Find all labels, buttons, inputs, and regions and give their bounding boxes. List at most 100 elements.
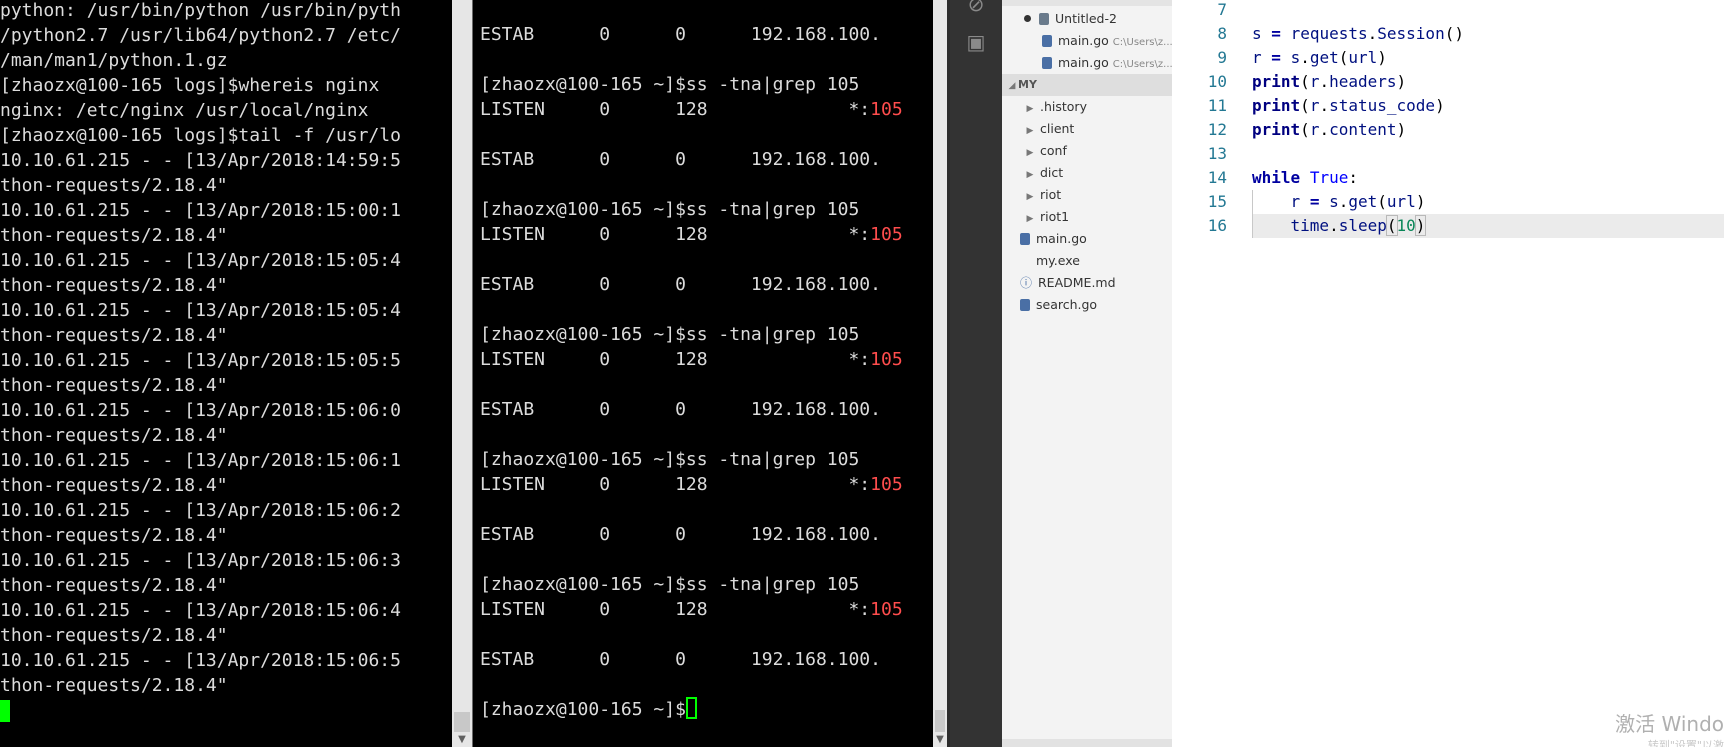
ss-estab-line: ESTAB 0 0 192.168.100. [480, 399, 881, 420]
terminal-line: 10.10.61.215 - - [13/Apr/2018:15:05:4 [0, 250, 401, 271]
ss-estab-line: ESTAB 0 0 192.168.100. [480, 274, 881, 295]
ss-estab-line: ESTAB 0 0 192.168.100. [480, 24, 881, 45]
file-item[interactable]: main.go [1002, 228, 1172, 250]
terminal-right[interactable]: ESTAB 0 0 192.168.100. [zhaozx@100-165 ~]… [473, 0, 933, 747]
listen-prefix: LISTEN 0 128 *: [480, 349, 871, 370]
folder-item[interactable]: ▶ riot1 [1002, 206, 1172, 228]
terminal-line: thon-requests/2.18.4" [0, 375, 228, 396]
folder-item[interactable]: ▶ dict [1002, 162, 1172, 184]
terminal-line: 10.10.61.215 - - [13/Apr/2018:15:06:4 [0, 600, 401, 621]
scroll-down-arrow-icon[interactable]: ▼ [452, 733, 472, 747]
terminal-line: nginx: /etc/nginx /usr/local/nginx [0, 100, 369, 121]
terminal-line: thon-requests/2.18.4" [0, 425, 228, 446]
open-editor-item[interactable]: Untitled-2 [1002, 8, 1172, 30]
folder-section-title: MY [1018, 78, 1037, 91]
terminal-line: thon-requests/2.18.4" [0, 275, 228, 296]
scroll-down-arrow-icon[interactable]: ▼ [933, 733, 947, 747]
listen-port: 105 [870, 349, 903, 370]
info-icon: ⓘ [1020, 276, 1033, 290]
line-number: 7 [1217, 0, 1227, 19]
explorer-horizontal-scrollbar[interactable] [1002, 739, 1172, 747]
folder-label: dict [1040, 165, 1064, 180]
ss-estab-line: ESTAB 0 0 192.168.100. [480, 649, 881, 670]
code-line-12[interactable]: print(r.content) [1252, 118, 1406, 142]
terminal-left[interactable]: python: /usr/bin/python /usr/bin/pyth/py… [0, 0, 452, 747]
activation-watermark-subtitle: 转到"设置"以激 [1647, 739, 1724, 747]
folder-item[interactable]: ▶ client [1002, 118, 1172, 140]
ss-listen-line: LISTEN 0 128 *:105 [480, 222, 903, 247]
terminal-line: python: /usr/bin/python /usr/bin/pyth [0, 0, 401, 21]
open-editor-label: Untitled-2 [1055, 11, 1117, 26]
code-line-9[interactable]: r = s.get(url) [1252, 46, 1387, 70]
terminal-line: thon-requests/2.18.4" [0, 325, 228, 346]
activity-bar: ⊘ ▣ [950, 0, 1002, 747]
terminal-line: 10.10.61.215 - - [13/Apr/2018:15:05:4 [0, 300, 401, 321]
ss-prompt-line: [zhaozx@100-165 ~]$ss -tna|grep 105 [480, 199, 860, 220]
file-icon [1020, 255, 1030, 267]
chevron-right-icon: ▶ [1026, 126, 1034, 136]
terminal-line: [zhaozx@100-165 logs]$whereis nginx [0, 75, 380, 96]
final-prompt-line: [zhaozx@100-165 ~]$ [480, 697, 697, 722]
go-file-icon [1020, 233, 1030, 245]
listen-prefix: LISTEN 0 128 *: [480, 474, 871, 495]
terminal-right-scroll-thumb[interactable] [935, 710, 945, 732]
line-number: 13 [1207, 144, 1227, 163]
folder-section-header[interactable]: ◢ MY [1002, 74, 1172, 96]
open-editor-cutoff [1002, 0, 1172, 6]
line-number: 9 [1217, 48, 1227, 67]
file-item[interactable]: ⓘ README.md [1002, 272, 1172, 294]
file-item[interactable]: search.go [1002, 294, 1172, 316]
terminal-cursor [685, 697, 697, 719]
code-line-14[interactable]: while True: [1252, 166, 1358, 190]
go-file-icon [1042, 35, 1052, 47]
listen-prefix: LISTEN 0 128 *: [480, 224, 871, 245]
final-prompt: [zhaozx@100-165 ~]$ [480, 699, 686, 720]
terminal-line: /man/man1/python.1.gz [0, 50, 228, 71]
ss-estab-line: ESTAB 0 0 192.168.100. [480, 149, 881, 170]
listen-prefix: LISTEN 0 128 *: [480, 99, 871, 120]
folder-item[interactable]: ▶ riot [1002, 184, 1172, 206]
code-line-15[interactable]: r = s.get(url) [1252, 190, 1426, 214]
terminal-line: 10.10.61.215 - - [13/Apr/2018:15:05:5 [0, 350, 401, 371]
terminal-line: 10.10.61.215 - - [13/Apr/2018:15:06:5 [0, 650, 401, 671]
terminal-line: 10.10.61.215 - - [13/Apr/2018:15:06:0 [0, 400, 401, 421]
line-number: 11 [1207, 96, 1227, 115]
folder-item[interactable]: ▶ .history [1002, 96, 1172, 118]
terminal-line: 10.10.61.215 - - [13/Apr/2018:14:59:5 [0, 150, 401, 171]
terminal-left-scroll-thumb[interactable] [454, 712, 470, 732]
code-editor[interactable]: 7 8 9 10 11 12 13 14 15 16 s = requests.… [1172, 0, 1724, 747]
terminal-line: 10.10.61.215 - - [13/Apr/2018:15:06:1 [0, 450, 401, 471]
terminal-line: 10.10.61.215 - - [13/Apr/2018:15:06:2 [0, 500, 401, 521]
open-editor-path: C:\Users\z... [1112, 37, 1172, 48]
code-line-11[interactable]: print(r.status_code) [1252, 94, 1445, 118]
code-line-16[interactable]: time.sleep(10) [1252, 214, 1427, 238]
file-item[interactable]: my.exe [1002, 250, 1172, 272]
terminal-right-scrollbar[interactable]: ▼ [933, 0, 947, 747]
terminal-line: thon-requests/2.18.4" [0, 525, 228, 546]
code-line-10[interactable]: print(r.headers) [1252, 70, 1406, 94]
listen-port: 105 [870, 224, 903, 245]
terminal-left-scrollbar[interactable]: ▼ [452, 0, 472, 747]
terminal-line: thon-requests/2.18.4" [0, 175, 228, 196]
ss-prompt-line: [zhaozx@100-165 ~]$ss -tna|grep 105 [480, 449, 860, 470]
open-editor-item[interactable]: main.go C:\Users\z... [1002, 52, 1172, 74]
folder-item[interactable]: ▶ conf [1002, 140, 1172, 162]
open-editor-path: C:\Users\z... [1112, 59, 1172, 70]
terminal-line: thon-requests/2.18.4" [0, 675, 228, 696]
folder-label: riot1 [1040, 209, 1070, 224]
listen-prefix: LISTEN 0 128 *: [480, 599, 871, 620]
file-label: my.exe [1036, 253, 1080, 268]
file-label: search.go [1036, 297, 1098, 312]
line-number: 15 [1207, 192, 1227, 211]
ss-listen-line: LISTEN 0 128 *:105 [480, 347, 903, 372]
extensions-icon[interactable]: ▣ [964, 30, 988, 54]
folder-label: riot [1040, 187, 1062, 202]
terminal-line: thon-requests/2.18.4" [0, 575, 228, 596]
file-icon [1039, 13, 1049, 25]
folder-label: client [1040, 121, 1075, 136]
open-editor-item[interactable]: main.go C:\Users\z... [1002, 30, 1172, 52]
debug-icon[interactable]: ⊘ [964, 0, 988, 16]
ss-listen-line: LISTEN 0 128 *:105 [480, 97, 903, 122]
code-line-8[interactable]: s = requests.Session() [1252, 22, 1464, 46]
unsaved-dot-icon [1024, 15, 1031, 22]
